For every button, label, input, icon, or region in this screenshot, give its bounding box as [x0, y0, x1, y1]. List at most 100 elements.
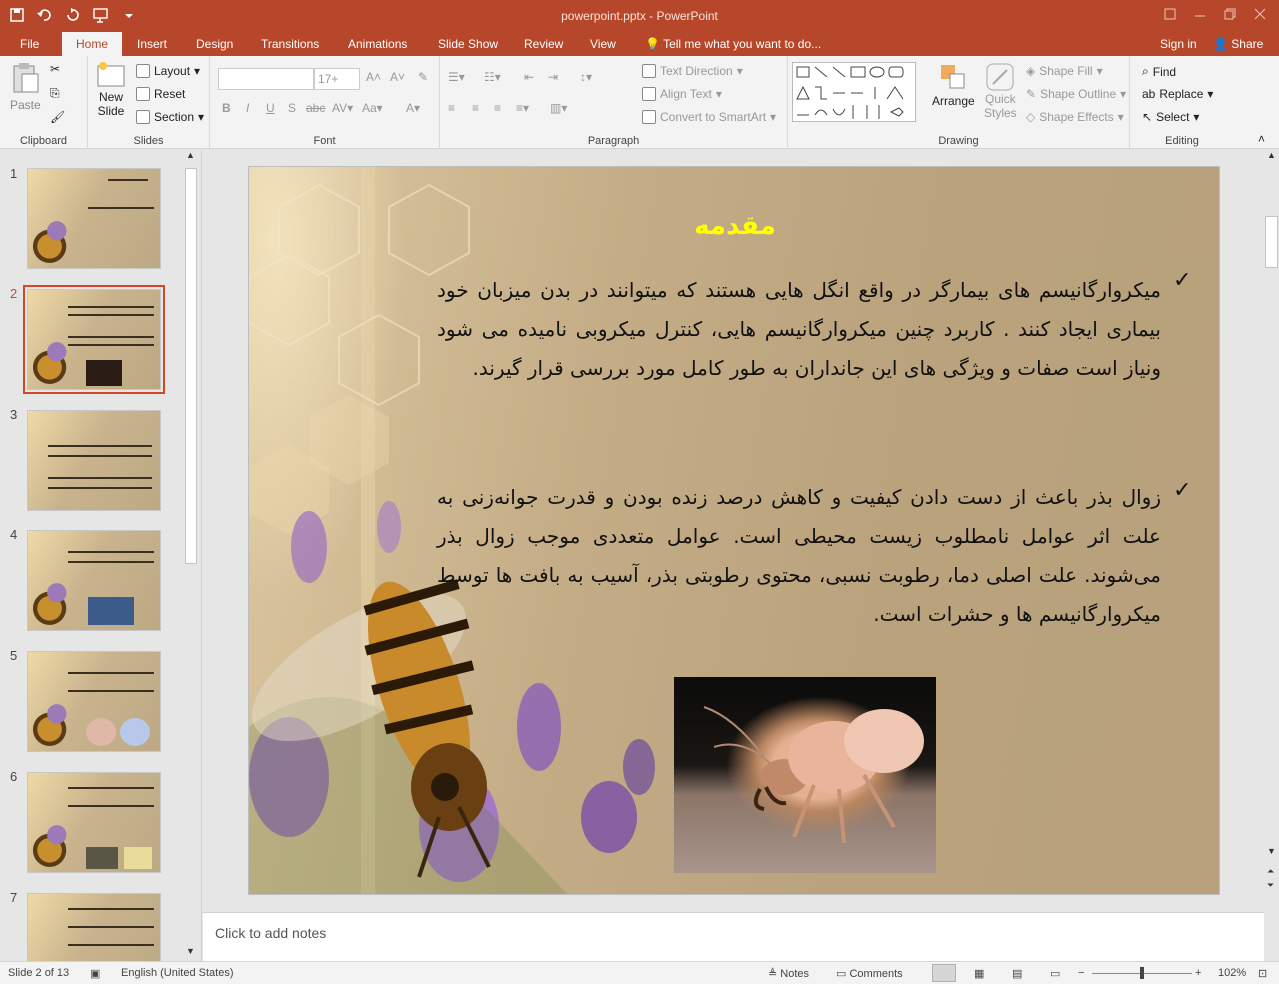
fit-to-window-icon[interactable]: ⊡	[1258, 967, 1267, 980]
font-size-box[interactable]: 17+	[314, 68, 360, 90]
new-slide-button[interactable]: New Slide	[96, 60, 126, 118]
italic-icon[interactable]: I	[246, 101, 249, 115]
underline-icon[interactable]: U	[266, 101, 275, 115]
close-icon[interactable]	[1245, 2, 1275, 26]
slide-thumbnail-7[interactable]	[27, 893, 161, 961]
slide-thumbnail-3[interactable]	[27, 410, 161, 511]
comments-toggle[interactable]: ▭ Comments	[836, 967, 903, 980]
paragraph-group: ☰▾ ☷▾ ⇤ ⇥ ↕▾ ≡ ≡ ≡ ≡▾ ▥▾ Text Direction …	[440, 56, 788, 149]
termite-photo[interactable]	[674, 677, 936, 873]
collapse-ribbon-icon[interactable]: ˄	[1258, 132, 1265, 146]
find-button[interactable]: ⌕ Find	[1142, 64, 1176, 79]
character-spacing-icon[interactable]: AV▾	[332, 101, 353, 115]
numbering-icon[interactable]: ☷▾	[484, 70, 501, 84]
bullets-icon[interactable]: ☰▾	[448, 70, 465, 84]
cut-icon[interactable]: ✂	[50, 62, 60, 76]
bee-image	[28, 810, 76, 872]
spelling-check-icon[interactable]: ▣	[90, 967, 100, 980]
increase-indent-icon[interactable]: ⇥	[548, 70, 558, 84]
zoom-level[interactable]: 102%	[1218, 967, 1246, 979]
font-name-box[interactable]	[218, 68, 314, 90]
share-button[interactable]: 👤 Share	[1213, 32, 1263, 56]
format-painter-icon[interactable]: 🖌	[50, 110, 65, 124]
bold-icon[interactable]: B	[222, 101, 231, 115]
shapes-gallery[interactable]	[792, 62, 916, 122]
thumbnail-scroll-thumb[interactable]	[185, 168, 197, 564]
thumbnail-number: 6	[10, 769, 18, 784]
reset-button[interactable]: Reset	[136, 87, 185, 101]
shape-fill-button[interactable]: ◈ Shape Fill ▾	[1026, 64, 1103, 78]
replace-button[interactable]: ab Replace ▾	[1142, 87, 1213, 101]
clear-formatting-icon[interactable]: ✎	[418, 70, 428, 84]
justify-icon[interactable]: ≡▾	[516, 101, 529, 115]
notes-pane[interactable]: Click to add notes	[203, 912, 1264, 961]
columns-icon[interactable]: ▥▾	[550, 101, 567, 115]
line-spacing-icon[interactable]: ↕▾	[580, 70, 592, 84]
sign-in-link[interactable]: Sign in	[1160, 32, 1197, 56]
scroll-up-icon[interactable]: ▲	[186, 150, 195, 160]
align-left-icon[interactable]: ≡	[448, 101, 455, 115]
font-color-icon[interactable]: A▾	[406, 101, 420, 115]
slide-scrollbar[interactable]: ▲ ▼ ⏶ ⏷	[1264, 150, 1279, 961]
section-button[interactable]: Section ▾	[136, 110, 204, 124]
slide-thumbnail-2[interactable]	[23, 285, 165, 394]
shape-effects-button[interactable]: ◇ Shape Effects ▾	[1026, 110, 1124, 124]
grow-font-icon[interactable]: A˄	[366, 70, 381, 84]
arrange-button[interactable]: Arrange	[932, 62, 975, 108]
slide-thumbnail-6[interactable]	[27, 772, 161, 873]
bullet-paragraph-2[interactable]: زوال بذر باعث از دست دادن کیفیت و کاهش د…	[437, 478, 1161, 634]
tell-me-box[interactable]: 💡 Tell me what you want to do...	[645, 32, 821, 56]
quick-styles-button[interactable]: Quick Styles	[984, 62, 1017, 120]
scroll-up-icon[interactable]: ▲	[1267, 150, 1276, 160]
minimize-icon[interactable]	[1185, 2, 1215, 26]
tab-view[interactable]: View	[590, 32, 616, 56]
reset-icon	[136, 87, 150, 101]
select-button[interactable]: ↖ Select ▾	[1142, 110, 1199, 124]
zoom-out-icon[interactable]: −	[1078, 967, 1084, 979]
scroll-down-icon[interactable]: ▼	[186, 946, 195, 956]
notes-toggle[interactable]: ≜ Notes	[768, 967, 809, 980]
normal-view-icon[interactable]	[932, 964, 956, 982]
align-right-icon[interactable]: ≡	[494, 101, 501, 115]
slide-canvas[interactable]: مقدمه ✓ میکروارگانیسم های بیمارگر در واق…	[248, 166, 1220, 895]
previous-slide-icon[interactable]: ⏶	[1267, 866, 1274, 877]
shadow-icon[interactable]: S	[288, 101, 296, 115]
tab-design[interactable]: Design	[196, 32, 233, 56]
tab-home[interactable]: Home	[62, 32, 123, 56]
change-case-icon[interactable]: Aa▾	[362, 101, 383, 115]
language-indicator[interactable]: English (United States)	[121, 967, 234, 979]
next-slide-icon[interactable]: ⏷	[1267, 880, 1274, 891]
thumbnail-scrollbar[interactable]: ▲ ▼	[184, 150, 198, 961]
slide-thumbnail-4[interactable]	[27, 530, 161, 631]
slide-thumbnail-1[interactable]	[27, 168, 161, 269]
reading-view-icon[interactable]: ▤	[1012, 967, 1022, 980]
paste-button[interactable]: Paste	[10, 62, 41, 112]
restore-icon[interactable]	[1215, 2, 1245, 26]
text-direction-button[interactable]: Text Direction ▾	[642, 64, 743, 78]
shape-outline-button[interactable]: ✎ Shape Outline ▾	[1026, 87, 1126, 101]
slide-title[interactable]: مقدمه	[249, 211, 1219, 241]
zoom-in-icon[interactable]: +	[1195, 967, 1201, 979]
tab-animations[interactable]: Animations	[348, 32, 407, 56]
layout-button[interactable]: Layout ▾	[136, 64, 200, 78]
decrease-indent-icon[interactable]: ⇤	[524, 70, 534, 84]
zoom-slider-thumb[interactable]	[1140, 967, 1144, 979]
slide-thumbnail-5[interactable]	[27, 651, 161, 752]
slide-sorter-icon[interactable]: ▦	[974, 967, 984, 980]
slide-scroll-thumb[interactable]	[1265, 216, 1278, 268]
tab-slide-show[interactable]: Slide Show	[438, 32, 498, 56]
scroll-down-icon[interactable]: ▼	[1267, 846, 1276, 856]
tab-file[interactable]: File	[20, 32, 39, 56]
bullet-paragraph-1[interactable]: میکروارگانیسم های بیمارگر در واقع انگل ه…	[437, 271, 1161, 388]
align-center-icon[interactable]: ≡	[472, 101, 479, 115]
shrink-font-icon[interactable]: A˅	[390, 70, 405, 84]
align-text-button[interactable]: Align Text ▾	[642, 87, 722, 101]
strikethrough-icon[interactable]: abc	[306, 101, 325, 115]
tab-insert[interactable]: Insert	[137, 32, 167, 56]
tab-transitions[interactable]: Transitions	[261, 32, 319, 56]
copy-icon[interactable]: ⎘	[50, 86, 60, 101]
tab-review[interactable]: Review	[524, 32, 563, 56]
slide-show-icon[interactable]: ▭	[1050, 967, 1060, 980]
convert-smartart-button[interactable]: Convert to SmartArt ▾	[642, 110, 776, 124]
ribbon-display-options-icon[interactable]	[1155, 2, 1185, 26]
